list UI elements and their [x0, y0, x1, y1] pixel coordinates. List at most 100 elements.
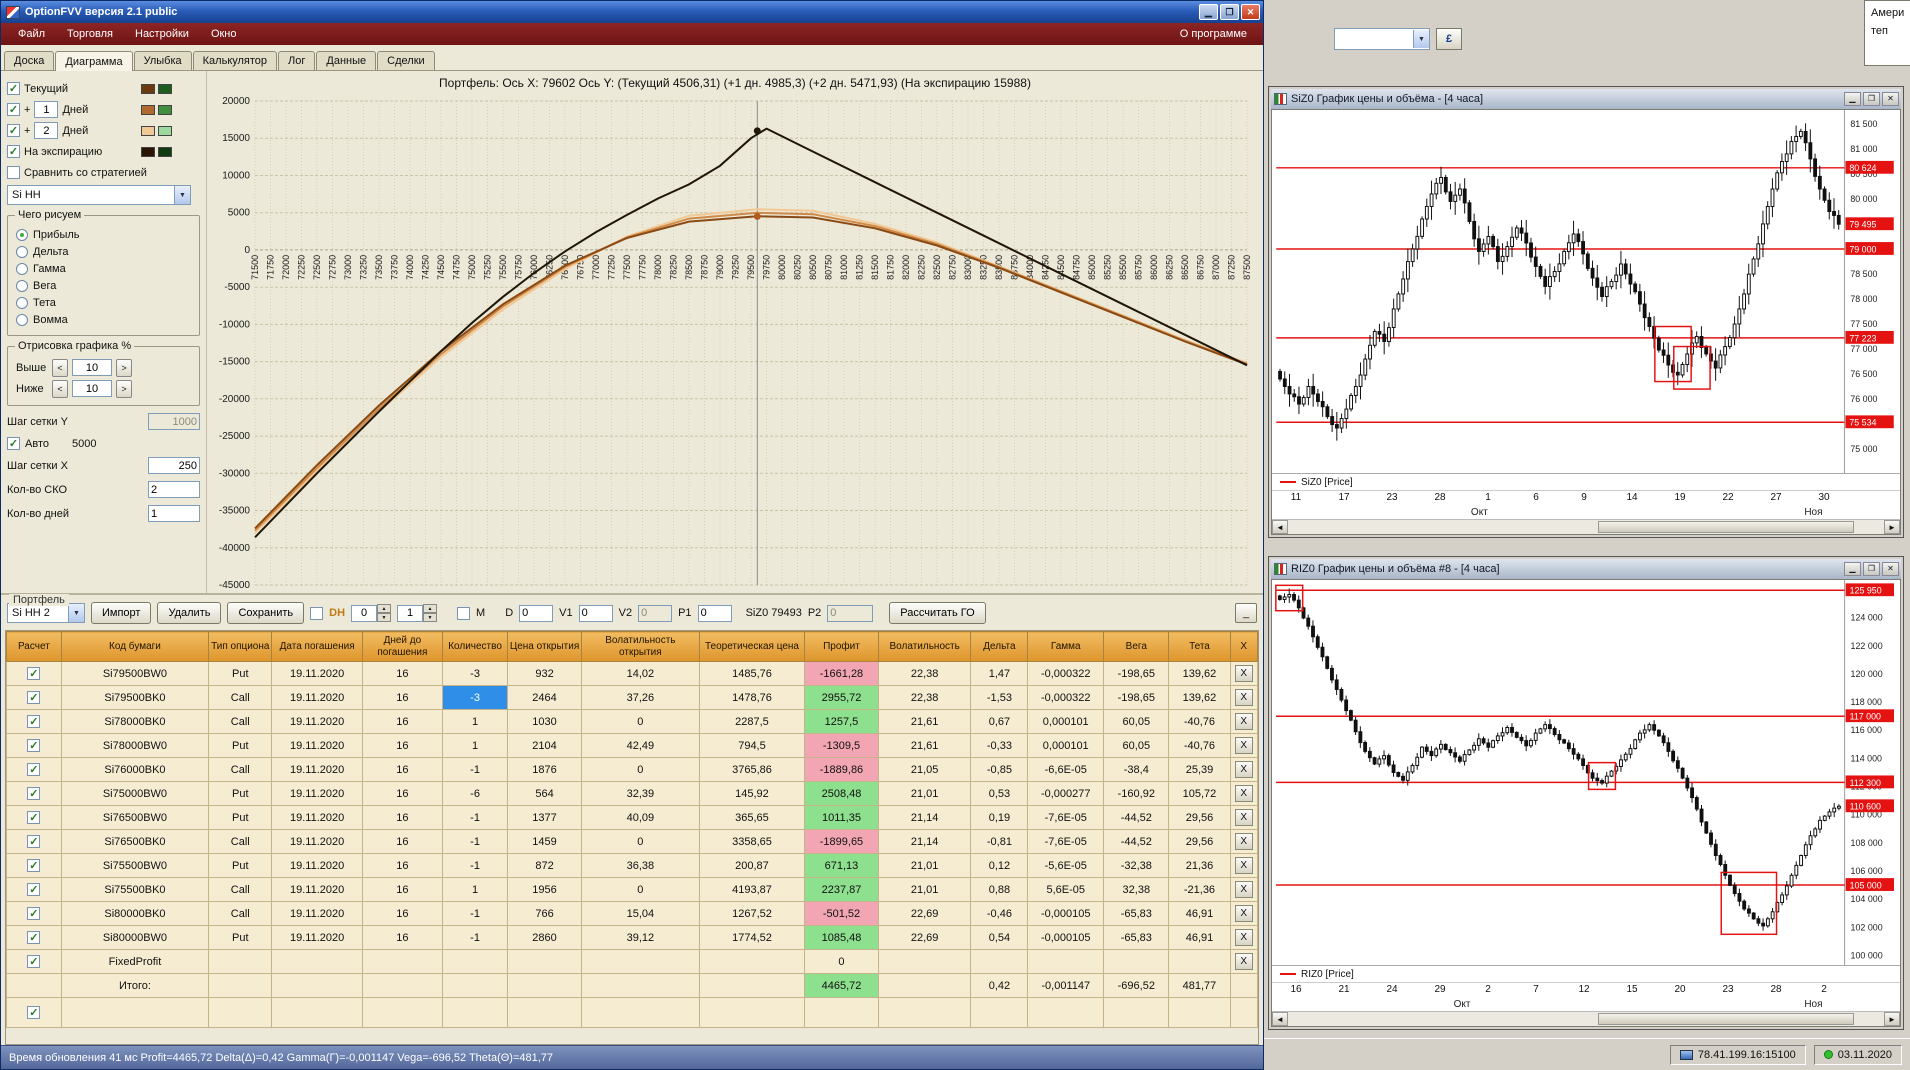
delete-row-button[interactable]: X [1235, 929, 1253, 946]
title-bar[interactable]: SiZ0 График цены и объёма - [4 часа] ▁ ❐… [1271, 89, 1901, 109]
draw-option-Гамма[interactable]: Гамма [16, 263, 191, 275]
days-plus2-input[interactable] [34, 122, 58, 139]
row-checkbox[interactable]: ✓ [27, 739, 40, 752]
horizontal-scrollbar[interactable]: ◄ ► [1272, 1011, 1900, 1026]
delete-row-button[interactable]: X [1235, 737, 1253, 754]
menu-item-Настройки[interactable]: Настройки [124, 25, 200, 43]
row-checkbox[interactable]: ✓ [27, 1006, 40, 1019]
dh-checkbox[interactable] [310, 607, 323, 620]
row-checkbox[interactable]: ✓ [27, 835, 40, 848]
import-button[interactable]: Импорт [91, 602, 151, 624]
minimize-button[interactable]: ▁ [1844, 92, 1861, 106]
delete-row-button[interactable]: X [1235, 833, 1253, 850]
spin-up-icon[interactable]: ▲ [423, 604, 437, 613]
table-row[interactable]: ✓Si76000BK0Call19.11.202016-1187603765,8… [7, 758, 1258, 782]
checkbox-icon[interactable]: ✓ [7, 437, 20, 450]
column-header[interactable]: Код бумаги [61, 632, 208, 662]
table-row[interactable]: Итого:4465,720,42-0,001147-696,52481,77 [7, 974, 1258, 998]
tab-Калькулятор[interactable]: Калькулятор [193, 51, 277, 70]
draw-option-Вега[interactable]: Вега [16, 280, 191, 292]
scroll-thumb[interactable] [1598, 521, 1854, 533]
row-checkbox[interactable]: ✓ [27, 763, 40, 776]
dh-spinner-2[interactable]: ▲▼ [397, 604, 437, 622]
menu-item-Файл[interactable]: Файл [7, 25, 56, 43]
table-row[interactable]: ✓FixedProfit0X [7, 950, 1258, 974]
p1-input[interactable] [698, 605, 732, 622]
row-check-cell[interactable]: ✓ [7, 782, 62, 806]
days-count-input[interactable] [148, 505, 200, 522]
row-checkbox[interactable]: ✓ [27, 715, 40, 728]
save-button[interactable]: Сохранить [227, 602, 304, 624]
series-toggle-expiration[interactable]: ✓ На экспирацию [7, 143, 200, 160]
spinner-input[interactable] [397, 605, 423, 622]
column-header[interactable]: Волатильность [878, 632, 971, 662]
row-checkbox[interactable]: ✓ [27, 811, 40, 824]
grid-y-input[interactable] [148, 413, 200, 430]
row-check-cell[interactable]: ✓ [7, 926, 62, 950]
below-percent-input[interactable] [72, 380, 112, 397]
delete-row-button[interactable]: X [1235, 953, 1253, 970]
table-row[interactable]: ✓Si76500BW0Put19.11.202016-1137740,09365… [7, 806, 1258, 830]
d-input[interactable] [519, 605, 553, 622]
spin-down-icon[interactable]: ▼ [377, 613, 391, 622]
x-cell[interactable]: X [1230, 734, 1258, 758]
strategy-combobox[interactable]: Si НН ▼ [7, 185, 191, 205]
auto-grid-row[interactable]: ✓ Авто 5000 [7, 437, 200, 450]
x-cell[interactable]: X [1230, 782, 1258, 806]
checkbox-icon[interactable] [7, 166, 20, 179]
compare-strategy-toggle[interactable]: Сравнить со стратегией [7, 164, 200, 181]
draw-option-Прибыль[interactable]: Прибыль [16, 229, 191, 241]
checkbox-icon[interactable]: ✓ [7, 82, 20, 95]
scroll-left-icon[interactable]: ◄ [1272, 1012, 1288, 1026]
scroll-right-icon[interactable]: ► [1884, 1012, 1900, 1026]
delete-row-button[interactable]: X [1235, 689, 1253, 706]
x-cell[interactable]: X [1230, 854, 1258, 878]
menu-about[interactable]: О программе [1170, 25, 1257, 43]
x-cell[interactable]: X [1230, 902, 1258, 926]
radio-icon[interactable] [16, 229, 28, 241]
row-check-cell[interactable]: ✓ [7, 686, 62, 710]
row-check-cell[interactable]: ✓ [7, 878, 62, 902]
table-row[interactable]: ✓Si78000BK0Call19.11.2020161103002287,51… [7, 710, 1258, 734]
table-row[interactable]: ✓Si75000BW0Put19.11.202016-656432,39145,… [7, 782, 1258, 806]
row-checkbox[interactable]: ✓ [27, 667, 40, 680]
calc-margin-button[interactable]: Рассчитать ГО [889, 602, 985, 624]
column-header[interactable]: X [1230, 632, 1258, 662]
table-row[interactable]: ✓Si79500BK0Call19.11.202016-3246437,2614… [7, 686, 1258, 710]
tab-Сделки[interactable]: Сделки [377, 51, 435, 70]
row-check-cell[interactable]: ✓ [7, 830, 62, 854]
scroll-left-icon[interactable]: ◄ [1272, 520, 1288, 534]
delete-row-button[interactable]: X [1235, 713, 1253, 730]
column-header[interactable]: Расчет [7, 632, 62, 662]
scroll-thumb[interactable] [1598, 1013, 1854, 1025]
row-check-cell[interactable]: ✓ [7, 902, 62, 926]
row-checkbox[interactable]: ✓ [27, 691, 40, 704]
column-header[interactable]: Тип опциона [209, 632, 272, 662]
tab-Улыбка[interactable]: Улыбка [134, 51, 192, 70]
above-percent-input[interactable] [72, 359, 112, 376]
p2-input[interactable] [827, 605, 873, 622]
x-cell[interactable]: X [1230, 710, 1258, 734]
x-cell[interactable]: X [1230, 830, 1258, 854]
x-cell[interactable] [1230, 998, 1258, 1028]
column-header[interactable]: Дата погашения [272, 632, 363, 662]
title-bar[interactable]: RIZ0 График цены и объёма #8 - [4 часа] … [1271, 559, 1901, 579]
scroll-track[interactable] [1288, 1012, 1884, 1026]
radio-icon[interactable] [16, 297, 28, 309]
payoff-chart[interactable]: 20000150001000050000-5000-10000-15000-20… [207, 95, 1257, 593]
grid-x-input[interactable] [148, 457, 200, 474]
table-row[interactable]: ✓Si75500BW0Put19.11.202016-187236,38200,… [7, 854, 1258, 878]
sko-input[interactable] [148, 481, 200, 498]
delete-row-button[interactable]: X [1235, 857, 1253, 874]
menu-item-Окно[interactable]: Окно [200, 25, 248, 43]
checkbox-icon[interactable]: ✓ [7, 124, 20, 137]
column-header[interactable]: Вега [1104, 632, 1169, 662]
delete-row-button[interactable]: X [1235, 809, 1253, 826]
horizontal-scrollbar[interactable]: ◄ ► [1272, 519, 1900, 534]
column-header[interactable]: Количество [442, 632, 507, 662]
dh-spinner-1[interactable]: ▲▼ [351, 604, 391, 622]
x-cell[interactable]: X [1230, 758, 1258, 782]
row-check-cell[interactable]: ✓ [7, 734, 62, 758]
decrease-button[interactable]: < [52, 359, 68, 377]
x-cell[interactable]: X [1230, 950, 1258, 974]
